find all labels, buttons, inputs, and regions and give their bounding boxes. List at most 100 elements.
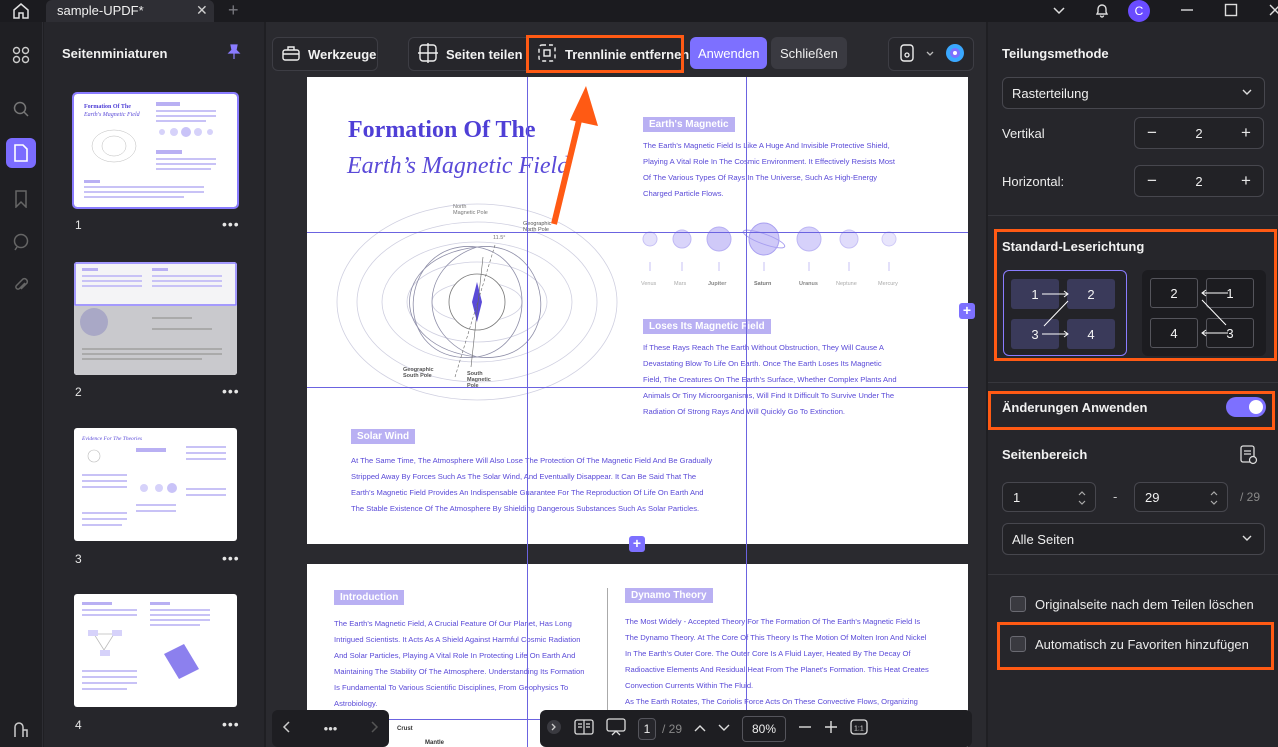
vertical-split-line-2[interactable] xyxy=(746,77,747,747)
horizontal-value[interactable]: 2 xyxy=(1195,174,1202,189)
actual-size-icon[interactable]: 1:1 xyxy=(850,719,868,738)
plus-icon[interactable]: + xyxy=(1241,171,1251,191)
reading-direction-rtl[interactable]: 2 1 4 3 xyxy=(1142,270,1266,356)
new-tab-icon[interactable]: + xyxy=(228,0,239,21)
presentation-icon[interactable] xyxy=(606,718,626,739)
apply-changes-toggle[interactable] xyxy=(1226,397,1266,417)
page-thumbnail-1[interactable]: Formation Of The Earth's Magnetic Field xyxy=(72,92,239,209)
attachment-icon[interactable] xyxy=(6,270,36,300)
section-text-solar-wind: At The Same Time, The Atmosphere Will Al… xyxy=(351,453,712,517)
split-method-select[interactable]: Rasterteilung xyxy=(1002,77,1265,109)
bell-icon[interactable] xyxy=(1094,2,1110,21)
section-chip-earths-magnetic: Earth's Magnetic xyxy=(643,117,735,132)
delete-original-checkbox[interactable] xyxy=(1010,596,1026,612)
page-number-input[interactable]: 1 xyxy=(638,717,656,740)
collapse-icon[interactable] xyxy=(546,719,562,738)
comment-search-icon[interactable] xyxy=(6,227,36,257)
close-window-icon[interactable] xyxy=(1268,3,1278,20)
horizontal-stepper[interactable]: − 2 + xyxy=(1134,165,1264,197)
add-favorites-label: Automatisch zu Favoriten hinzufügen xyxy=(1035,637,1249,652)
ai-orb-icon[interactable] xyxy=(945,43,965,66)
split-pages-label[interactable]: Seiten teilen xyxy=(446,47,523,62)
search-icon[interactable] xyxy=(6,94,36,124)
minus-icon[interactable]: − xyxy=(1147,123,1157,143)
page-range-from-value: 1 xyxy=(1013,489,1021,505)
avatar[interactable]: C xyxy=(1128,0,1150,22)
page-range-title: Seitenbereich xyxy=(1002,447,1088,462)
horizontal-split-line-1[interactable] xyxy=(307,232,968,233)
vertical-label: Vertikal xyxy=(1002,126,1045,141)
zoom-out-icon[interactable] xyxy=(798,720,812,737)
stepper-arrows-icon[interactable] xyxy=(1209,489,1219,507)
minimize-icon[interactable] xyxy=(1180,3,1194,20)
zoom-in-icon[interactable] xyxy=(824,720,838,737)
thumbnail-more-1[interactable]: ••• xyxy=(222,216,240,232)
remove-divider-button[interactable]: Trennlinie entfernen xyxy=(528,37,698,71)
close-tab-icon[interactable]: ✕ xyxy=(196,2,208,19)
split-method-title: Teilungsmethode xyxy=(1002,46,1109,61)
page-thumbnail-4[interactable] xyxy=(74,594,237,707)
document-tab[interactable]: sample-UPDF* ✕ xyxy=(46,0,214,22)
page-range-to[interactable]: 29 xyxy=(1134,482,1228,512)
ai-assistant-icon[interactable] xyxy=(6,715,36,745)
add-favorites-checkbox[interactable] xyxy=(1010,636,1026,652)
bookmark-icon[interactable] xyxy=(6,184,36,214)
add-horizontal-line-icon[interactable]: + xyxy=(959,303,975,319)
page-down-icon[interactable] xyxy=(718,721,730,736)
chevron-down-icon[interactable] xyxy=(1052,3,1066,20)
zoom-level[interactable]: 80% xyxy=(742,715,787,742)
device-icon[interactable] xyxy=(899,43,915,65)
window-controls: C xyxy=(1052,0,1278,22)
vertical-split-line-1[interactable] xyxy=(527,77,528,747)
apply-changes-label: Änderungen Anwenden xyxy=(1002,400,1148,415)
vertical-stepper[interactable]: − 2 + xyxy=(1134,117,1264,149)
vertical-value[interactable]: 2 xyxy=(1195,126,1202,141)
page-subset-select[interactable]: Alle Seiten xyxy=(1002,523,1265,555)
apply-button[interactable]: Anwenden xyxy=(690,37,768,69)
remove-divider-icon xyxy=(537,43,557,66)
text-line: In The Earth's Outer Core. The Outer Cor… xyxy=(625,649,911,658)
page-up-icon[interactable] xyxy=(694,721,706,736)
minus-icon[interactable]: − xyxy=(1147,171,1157,191)
page-range-total: / 29 xyxy=(1240,490,1261,504)
document-view: Werkzeuge Seiten teilen Trennlinie entfe… xyxy=(266,22,986,747)
tools-label: Werkzeuge xyxy=(308,46,377,62)
split-pages-icon[interactable] xyxy=(418,42,438,66)
reading-mode-icon[interactable] xyxy=(574,719,594,738)
chevron-left-icon[interactable] xyxy=(282,721,292,736)
page-range-settings-icon[interactable] xyxy=(1240,445,1258,468)
page-thumbnails-icon[interactable] xyxy=(6,138,36,168)
text-line: And Solar Particles, Playing A Vital Rol… xyxy=(334,651,576,660)
thumbnail-more-4[interactable]: ••• xyxy=(222,716,240,732)
tools-button[interactable]: Werkzeuge xyxy=(272,37,378,71)
chevron-down-icon[interactable] xyxy=(925,47,935,62)
text-line: Intrigued Scientists. It Acts As A Shiel… xyxy=(334,635,581,644)
page-thumbnail-2[interactable] xyxy=(74,262,237,375)
text-line: The Earth's Magnetic Field, A Crucial Fe… xyxy=(334,619,572,628)
plus-icon[interactable]: + xyxy=(1241,123,1251,143)
horizontal-split-line-2[interactable] xyxy=(307,387,968,388)
page-subset-value: Alle Seiten xyxy=(1012,531,1075,547)
add-vertical-line-icon[interactable]: + xyxy=(629,536,645,552)
page-thumbnail-3[interactable]: Evidence For The Theories xyxy=(74,428,237,541)
planet-label: Mars xyxy=(674,281,687,287)
arrow-annotation xyxy=(551,86,598,225)
thumbnail-more-3[interactable]: ••• xyxy=(222,550,240,566)
apps-icon[interactable] xyxy=(6,40,36,70)
reading-direction-ltr[interactable]: 1 2 3 4 xyxy=(1003,270,1127,356)
text-line: Animals Or Tiny Microorganisms, Will Fin… xyxy=(643,391,895,400)
page-range-from[interactable]: 1 xyxy=(1002,482,1096,512)
chevron-right-icon[interactable] xyxy=(369,721,379,736)
direction-arrows xyxy=(1201,289,1228,337)
close-button[interactable]: Schließen xyxy=(771,37,847,69)
home-icon[interactable] xyxy=(12,2,32,20)
diagram-label-crust: Crust xyxy=(397,726,413,732)
pin-icon[interactable] xyxy=(227,44,241,63)
more-options[interactable]: ••• xyxy=(324,721,338,736)
maximize-icon[interactable] xyxy=(1224,3,1238,20)
thumbnail-more-2[interactable]: ••• xyxy=(222,383,240,399)
stepper-arrows-icon[interactable] xyxy=(1077,489,1087,507)
toolbox-icon xyxy=(282,45,300,64)
planet-label: Venus xyxy=(641,281,657,287)
split-toolbar: Werkzeuge Seiten teilen Trennlinie entfe… xyxy=(266,22,986,84)
